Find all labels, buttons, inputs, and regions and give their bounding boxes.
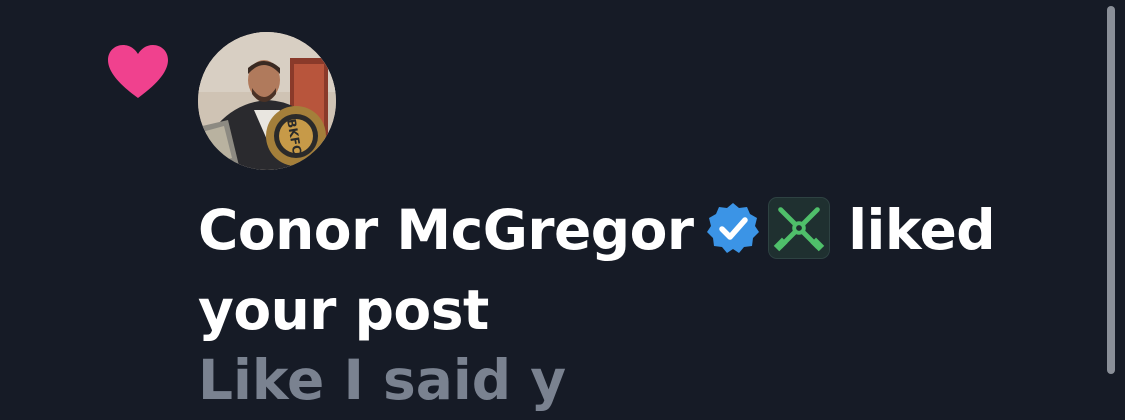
notification-text: Conor McGregor liked your post [198, 190, 1058, 350]
user-name[interactable]: Conor McGregor [198, 198, 694, 262]
avatar-image: BKFC [198, 32, 336, 170]
affiliate-badge-icon[interactable] [767, 196, 830, 259]
verified-badge-icon [706, 202, 759, 253]
like-notification[interactable]: BKFC Conor McGregor liked your post Like… [0, 0, 1125, 412]
post-preview: Like I said y [198, 348, 567, 412]
heart-icon [108, 45, 168, 98]
avatar[interactable]: BKFC [198, 32, 336, 170]
scrollbar[interactable] [1107, 6, 1115, 374]
